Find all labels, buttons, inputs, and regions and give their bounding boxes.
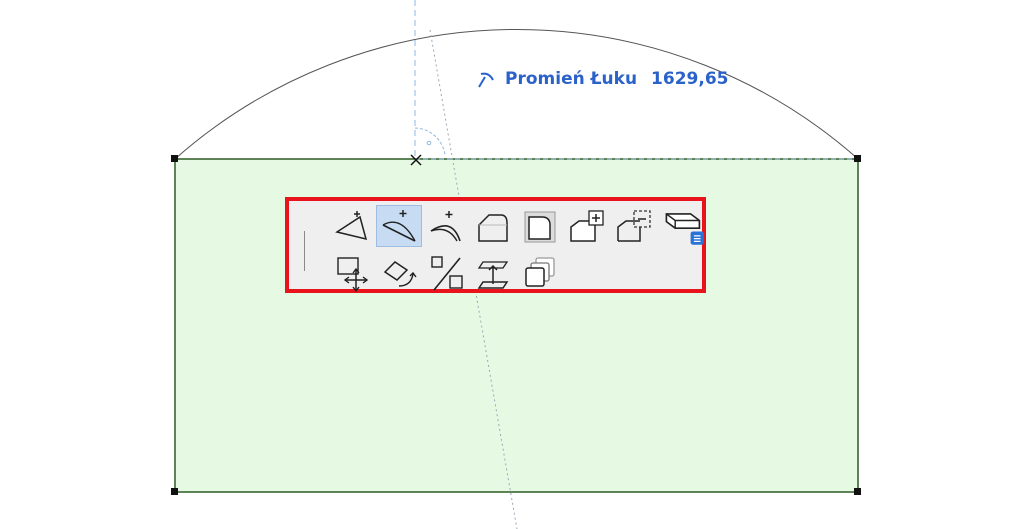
radius-readout: Promień Łuku 1629,65 — [475, 67, 728, 91]
chamfer-corner-button[interactable] — [517, 205, 563, 247]
curve-edge-icon — [382, 210, 416, 242]
elevate-slab-icon — [665, 213, 704, 245]
chamfer-corner-icon — [524, 211, 556, 243]
hotspot-top-left[interactable] — [171, 155, 178, 162]
curve-edge-button[interactable] — [376, 205, 422, 247]
hotspot-top-right[interactable] — [854, 155, 861, 162]
elevate-slab-button[interactable] — [660, 203, 708, 249]
multiply-button[interactable] — [517, 252, 563, 294]
offset-edge-icon — [335, 211, 368, 241]
radius-icon — [475, 68, 497, 90]
readout-value: 1629,65 — [651, 69, 729, 89]
resize-button[interactable] — [423, 252, 469, 294]
fillet-corner-button[interactable] — [470, 205, 516, 247]
resize-icon — [431, 256, 463, 291]
add-polygon-icon — [570, 210, 604, 242]
palette-grip[interactable] — [304, 231, 305, 271]
pet-palette — [285, 197, 706, 293]
readout-label: Promień Łuku — [505, 69, 638, 89]
elevate-icon — [477, 261, 509, 289]
arc-edge-button[interactable] — [423, 205, 469, 247]
hotspot-bottom-left[interactable] — [171, 488, 178, 495]
offset-edge-button[interactable] — [329, 205, 375, 247]
drag-move-button[interactable] — [329, 252, 375, 294]
arc-preview — [174, 28, 859, 160]
rotate-button[interactable] — [376, 252, 422, 294]
drag-move-icon — [337, 257, 369, 293]
hotspot-bottom-right[interactable] — [854, 488, 861, 495]
elevate-button[interactable] — [470, 252, 516, 294]
arc-edge-icon — [430, 211, 461, 242]
subtract-polygon-icon — [617, 210, 651, 242]
fillet-corner-icon — [478, 214, 508, 242]
add-polygon-button[interactable] — [564, 205, 610, 247]
rotate-icon — [383, 261, 417, 287]
multiply-icon — [525, 257, 555, 287]
angle-dot — [426, 140, 432, 146]
subtract-polygon-button[interactable] — [611, 205, 657, 247]
